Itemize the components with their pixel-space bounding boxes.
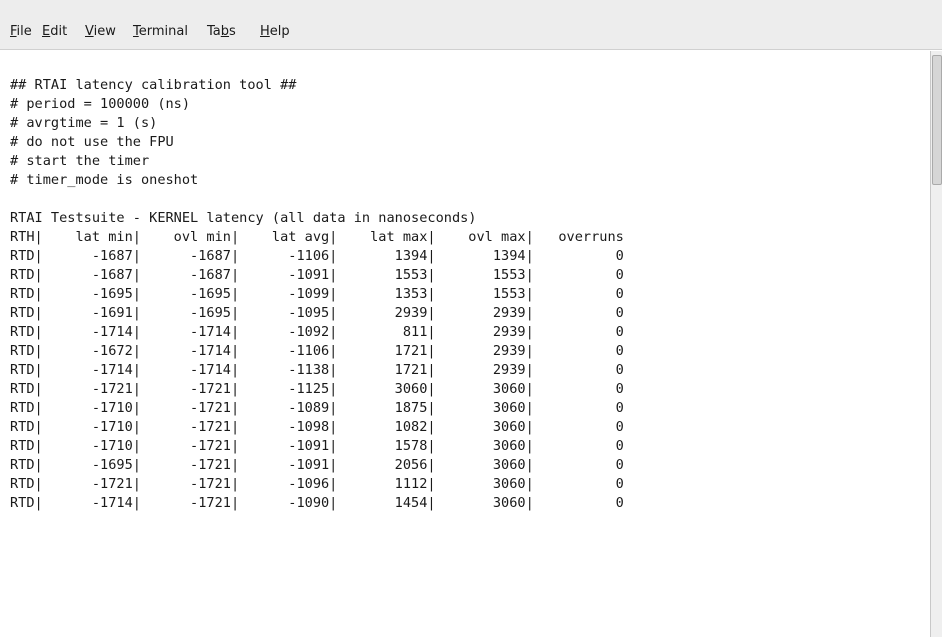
menu-help[interactable]: Help xyxy=(260,21,290,43)
terminal-line: # avrgtime = 1 (s) xyxy=(10,115,158,131)
terminal-output[interactable]: ## RTAI latency calibration tool ## # pe… xyxy=(0,51,930,637)
terminal-data-row: RTD| -1710| -1721| -1091| 1578| 3060| 0 xyxy=(10,438,624,454)
terminal-data-row: RTD| -1714| -1714| -1138| 1721| 2939| 0 xyxy=(10,362,624,378)
menu-terminal[interactable]: Terminal xyxy=(133,21,188,43)
terminal-data-row: RTD| -1687| -1687| -1091| 1553| 1553| 0 xyxy=(10,267,624,283)
terminal-data-row: RTD| -1721| -1721| -1096| 1112| 3060| 0 xyxy=(10,476,624,492)
terminal-data-row: RTD| -1695| -1695| -1099| 1353| 1553| 0 xyxy=(10,286,624,302)
terminal-data-row: RTD| -1714| -1714| -1092| 811| 2939| 0 xyxy=(10,324,624,340)
terminal-data-row: RTD| -1691| -1695| -1095| 2939| 2939| 0 xyxy=(10,305,624,321)
menu-edit[interactable]: Edit xyxy=(42,21,67,43)
terminal-data-row: RTD| -1710| -1721| -1089| 1875| 3060| 0 xyxy=(10,400,624,416)
menu-tabs[interactable]: Tabs xyxy=(207,21,236,43)
terminal-data-row: RTD| -1721| -1721| -1125| 3060| 3060| 0 xyxy=(10,381,624,397)
terminal-data-row: RTD| -1710| -1721| -1098| 1082| 3060| 0 xyxy=(10,419,624,435)
terminal-line: # do not use the FPU xyxy=(10,134,174,150)
terminal-data-row: RTD| -1714| -1721| -1090| 1454| 3060| 0 xyxy=(10,495,624,511)
terminal-line: # start the timer xyxy=(10,153,150,169)
menu-file[interactable]: File xyxy=(10,21,32,43)
terminal-data-row: RTD| -1672| -1714| -1106| 1721| 2939| 0 xyxy=(10,343,624,359)
terminal-line: ## RTAI latency calibration tool ## xyxy=(10,77,297,93)
terminal-data-row: RTD| -1695| -1721| -1091| 2056| 3060| 0 xyxy=(10,457,624,473)
terminal-line: # period = 100000 (ns) xyxy=(10,96,191,112)
menu-bar: File Edit View Terminal Tabs Help xyxy=(0,0,942,50)
terminal-line: RTAI Testsuite - KERNEL latency (all dat… xyxy=(10,210,477,226)
scrollbar-thumb[interactable] xyxy=(932,55,942,185)
terminal-data-row: RTD| -1687| -1687| -1106| 1394| 1394| 0 xyxy=(10,248,624,264)
vertical-scrollbar[interactable] xyxy=(930,51,942,637)
terminal-header-row: RTH| lat min| ovl min| lat avg| lat max|… xyxy=(10,229,624,245)
terminal-line: # timer_mode is oneshot xyxy=(10,172,199,188)
menu-view[interactable]: View xyxy=(85,21,116,43)
